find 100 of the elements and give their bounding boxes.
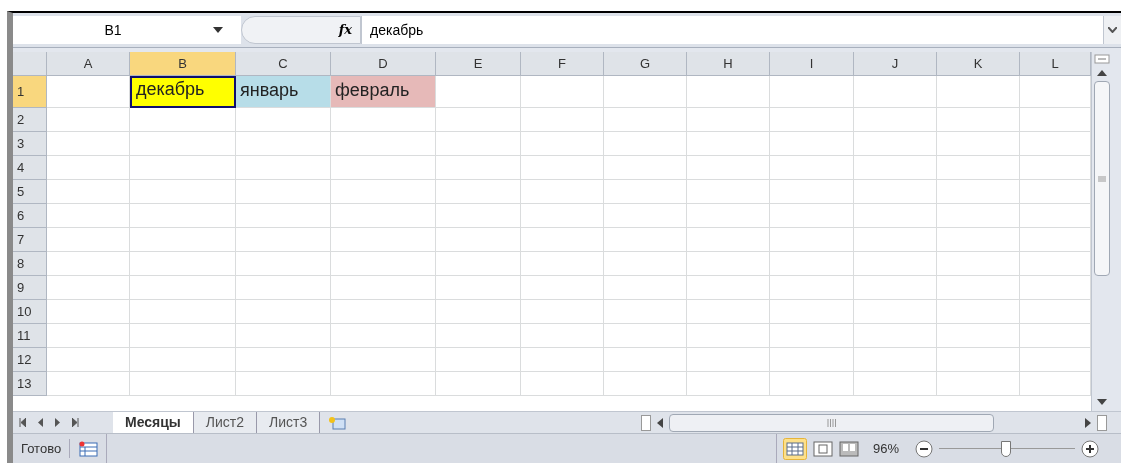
table-cell[interactable] — [236, 132, 331, 156]
normal-view-icon[interactable] — [782, 437, 807, 460]
table-cell[interactable] — [854, 252, 937, 276]
table-cell[interactable] — [937, 204, 1020, 228]
table-cell[interactable] — [687, 324, 770, 348]
sheet-tab[interactable]: Лист3 — [257, 412, 321, 433]
table-cell[interactable] — [331, 156, 436, 180]
table-cell[interactable] — [236, 372, 331, 396]
table-cell[interactable] — [854, 348, 937, 372]
column-header[interactable]: A — [47, 52, 130, 76]
split-handle-icon[interactable] — [1093, 54, 1110, 64]
table-cell[interactable] — [604, 348, 687, 372]
table-cell[interactable] — [130, 324, 236, 348]
table-cell[interactable] — [937, 372, 1020, 396]
table-cell[interactable] — [130, 204, 236, 228]
table-cell[interactable] — [521, 228, 604, 252]
row-header[interactable]: 10 — [13, 300, 47, 324]
scroll-right-icon[interactable] — [1085, 417, 1091, 428]
table-cell[interactable] — [47, 324, 130, 348]
table-cell[interactable] — [47, 348, 130, 372]
table-cell[interactable] — [47, 132, 130, 156]
row-header[interactable]: 13 — [13, 372, 47, 396]
table-cell[interactable] — [770, 300, 854, 324]
table-cell[interactable] — [687, 252, 770, 276]
table-cell[interactable] — [47, 276, 130, 300]
table-cell[interactable] — [47, 204, 130, 228]
table-cell[interactable] — [687, 132, 770, 156]
table-cell[interactable] — [130, 348, 236, 372]
table-cell[interactable] — [604, 228, 687, 252]
table-cell[interactable] — [770, 132, 854, 156]
first-sheet-icon[interactable] — [19, 418, 26, 427]
table-cell[interactable] — [236, 348, 331, 372]
table-cell[interactable] — [854, 180, 937, 204]
table-cell[interactable] — [770, 108, 854, 132]
zoom-percentage[interactable]: 96% — [872, 438, 899, 459]
row-header[interactable]: 8 — [13, 252, 47, 276]
table-cell[interactable] — [130, 252, 236, 276]
column-header[interactable]: I — [770, 52, 854, 76]
table-cell[interactable] — [604, 108, 687, 132]
column-header[interactable]: B — [130, 52, 236, 76]
table-cell[interactable] — [770, 324, 854, 348]
new-sheet-icon[interactable] — [328, 415, 347, 430]
insert-function-button[interactable]: fx — [241, 16, 361, 44]
column-header[interactable]: L — [1020, 52, 1091, 76]
table-cell[interactable] — [937, 180, 1020, 204]
row-header[interactable]: 12 — [13, 348, 47, 372]
table-cell[interactable] — [937, 300, 1020, 324]
table-cell[interactable] — [937, 324, 1020, 348]
table-cell[interactable] — [331, 348, 436, 372]
table-cell[interactable] — [937, 276, 1020, 300]
table-cell[interactable] — [937, 156, 1020, 180]
table-cell[interactable] — [130, 276, 236, 300]
table-cell[interactable]: декабрь — [130, 76, 236, 108]
row-header[interactable]: 11 — [13, 324, 47, 348]
table-cell[interactable] — [331, 324, 436, 348]
page-break-icon[interactable] — [838, 440, 859, 457]
last-sheet-icon[interactable] — [72, 418, 79, 427]
table-cell[interactable] — [331, 228, 436, 252]
previous-sheet-icon[interactable] — [38, 418, 43, 427]
table-cell[interactable] — [331, 300, 436, 324]
table-cell[interactable] — [937, 76, 1020, 108]
horizontal-scroll-thumb[interactable] — [669, 413, 995, 432]
table-cell[interactable] — [937, 348, 1020, 372]
table-cell[interactable] — [770, 348, 854, 372]
table-cell[interactable] — [436, 252, 521, 276]
table-cell[interactable] — [521, 324, 604, 348]
table-cell[interactable] — [687, 108, 770, 132]
table-cell[interactable] — [854, 324, 937, 348]
table-cell[interactable] — [47, 372, 130, 396]
table-cell[interactable] — [436, 76, 521, 108]
table-cell[interactable]: февраль — [331, 76, 436, 108]
table-cell[interactable] — [130, 132, 236, 156]
table-cell[interactable] — [854, 300, 937, 324]
scroll-up-icon[interactable] — [1096, 70, 1107, 76]
column-header[interactable]: K — [937, 52, 1020, 76]
table-cell[interactable] — [331, 252, 436, 276]
table-cell[interactable] — [687, 372, 770, 396]
table-cell[interactable] — [854, 204, 937, 228]
page-layout-icon[interactable] — [812, 440, 833, 457]
table-cell[interactable] — [236, 252, 331, 276]
table-cell[interactable] — [521, 348, 604, 372]
table-cell[interactable] — [604, 276, 687, 300]
formula-field[interactable]: декабрь — [370, 19, 424, 41]
table-cell[interactable] — [130, 108, 236, 132]
row-header[interactable]: 9 — [13, 276, 47, 300]
table-cell[interactable] — [687, 204, 770, 228]
table-cell[interactable] — [604, 252, 687, 276]
table-cell[interactable] — [770, 228, 854, 252]
table-cell[interactable] — [854, 156, 937, 180]
table-cell[interactable] — [937, 252, 1020, 276]
table-cell[interactable] — [331, 108, 436, 132]
table-cell[interactable] — [436, 300, 521, 324]
scroll-left-icon[interactable] — [657, 417, 664, 428]
table-cell[interactable] — [236, 108, 331, 132]
table-cell[interactable] — [770, 372, 854, 396]
expand-icon[interactable] — [1108, 27, 1117, 33]
table-cell[interactable] — [687, 180, 770, 204]
table-cell[interactable] — [130, 372, 236, 396]
table-cell[interactable] — [436, 348, 521, 372]
column-header[interactable]: F — [521, 52, 604, 76]
